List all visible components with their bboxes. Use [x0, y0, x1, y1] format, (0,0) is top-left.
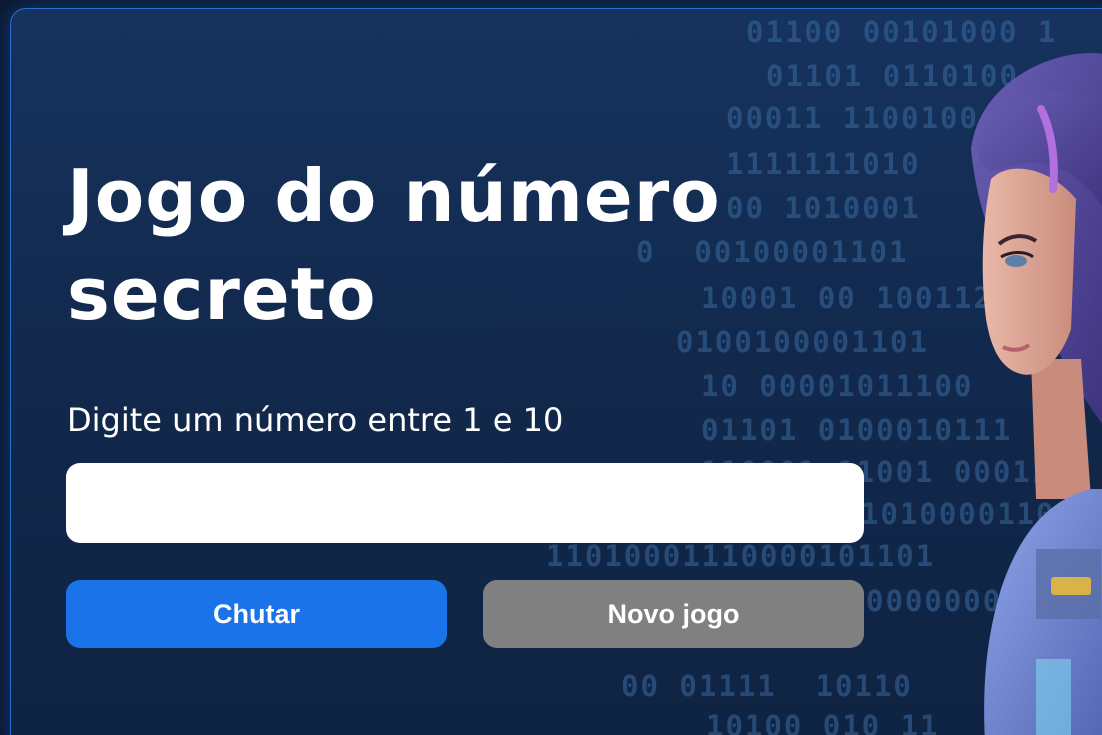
binary-line: 00 01111 10110 [621, 669, 913, 703]
binary-line: 10 00001011100 [701, 369, 974, 403]
instruction-label: Digite um número entre 1 e 10 [67, 401, 564, 439]
astronaut-girl-illustration [971, 53, 1102, 735]
binary-line: 10100 010 11 [706, 709, 940, 735]
binary-line: 00 1010001 [726, 191, 921, 225]
guess-button[interactable]: Chutar [66, 580, 447, 648]
binary-line: 1111111010 [726, 147, 921, 181]
binary-line: 11010001110000101101 [546, 539, 936, 573]
game-container: 01100 00101000 1 01101 0110100 00011 110… [10, 8, 1102, 735]
new-game-button[interactable]: Novo jogo [483, 580, 864, 648]
page-title: Jogo do número secreto [67, 154, 721, 336]
guess-input[interactable] [66, 463, 864, 543]
